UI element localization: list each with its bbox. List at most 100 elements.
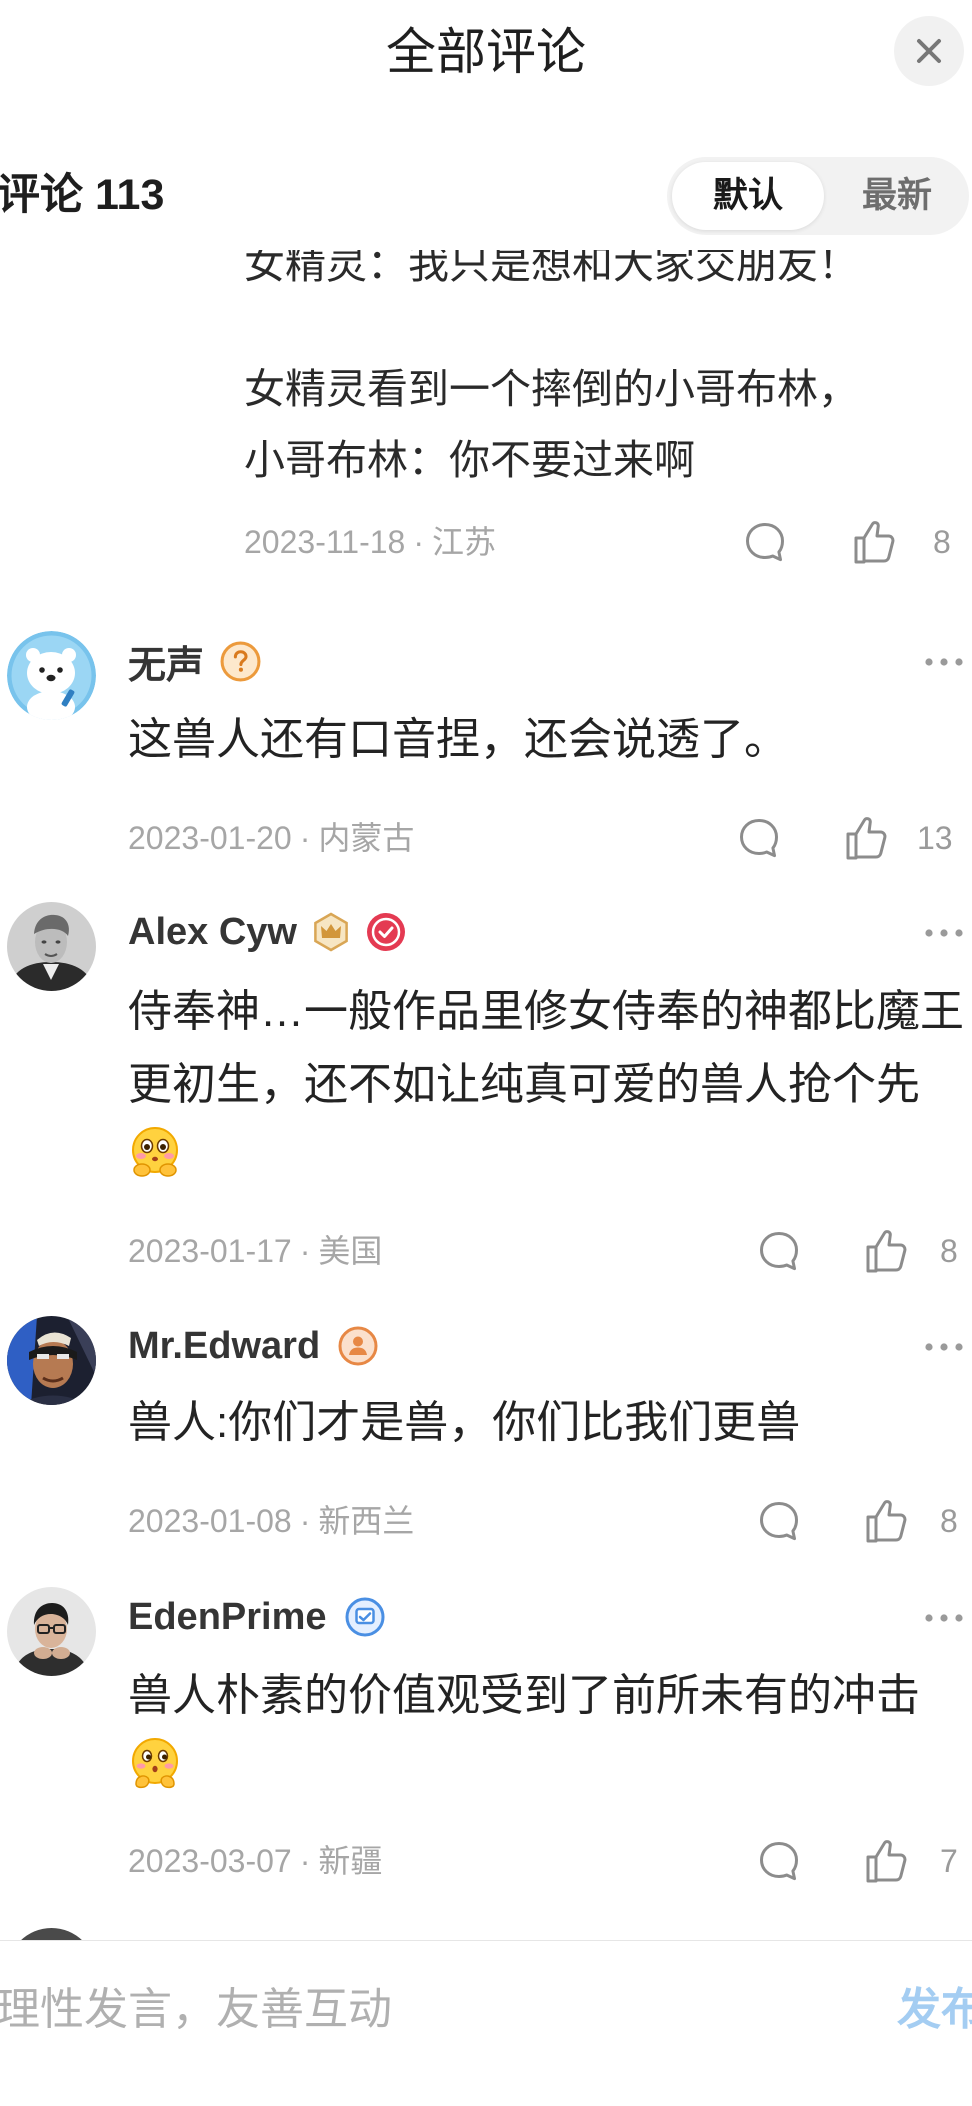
- comment-meta: 2023-01-08 · 新西兰: [128, 1496, 414, 1546]
- creator-badge-icon: [338, 1326, 378, 1366]
- more-options-button[interactable]: [924, 655, 964, 667]
- like-count: 13: [917, 820, 953, 856]
- comment-text: 更初生，还不如让纯真可爱的兽人抢个先: [128, 1060, 920, 1109]
- comment-text: 兽人:你们才是兽，你们比我们更兽: [128, 1398, 801, 1447]
- reply-button[interactable]: [735, 814, 783, 862]
- avatar[interactable]: [7, 631, 96, 720]
- peeking-hands-emoji-icon: [132, 1738, 178, 1789]
- comment-date: 2023-01-17: [128, 1233, 292, 1269]
- meta-separator: ·: [413, 524, 424, 560]
- comment-text: 侍奉神…一般作品里修女侍奉的神都比魔王: [128, 987, 964, 1036]
- comment-location: 新西兰: [318, 1503, 415, 1539]
- comment-bubble-icon: [755, 1497, 803, 1545]
- meta-separator: ·: [299, 1503, 311, 1539]
- reply-button[interactable]: [755, 1837, 803, 1885]
- question-badge-icon: [220, 641, 261, 681]
- glasses-person-avatar: [7, 1587, 96, 1676]
- comment-author-row: Alex Cyw: [128, 907, 420, 957]
- comment-bubble-icon: [741, 518, 789, 566]
- like-count: 8: [940, 1503, 958, 1539]
- like-button[interactable]: [861, 1836, 911, 1886]
- comment-date: 2023-01-20: [128, 820, 292, 856]
- more-dots-icon: [924, 1341, 964, 1353]
- verified-check-badge-icon: [366, 913, 405, 951]
- comment-bubble-icon: [735, 814, 783, 862]
- comment-input[interactable]: [0, 1980, 860, 2040]
- comment-author[interactable]: Alex Cyw: [128, 911, 297, 954]
- more-dots-icon: [924, 1612, 964, 1624]
- comment-composer: 发布: [0, 1940, 972, 2106]
- comment-meta: 2023-01-20 · 内蒙古: [128, 813, 414, 863]
- comment-author[interactable]: 无声: [128, 634, 204, 689]
- comment-count-label: 评论: [0, 171, 83, 219]
- sort-toggle: 默认 最新: [667, 157, 969, 235]
- more-dots-icon: [924, 656, 964, 668]
- comments-panel: 全部评论 评论 113 默认 最新 女精灵：我只是想和大家交朋友！ 女精灵看到一个…: [0, 0, 972, 2106]
- reply-meta: 2023-11-18 · 江苏: [244, 517, 496, 567]
- close-button[interactable]: [894, 16, 964, 86]
- comment-text: 兽人朴素的价值观受到了前所未有的冲击: [128, 1671, 920, 1720]
- meta-separator: ·: [299, 1233, 311, 1269]
- comment-item: Mr.Edward 兽人:你们才是兽，你们比我们更兽 2023-01-08 · 新西…: [0, 1316, 972, 1556]
- crown-badge-icon: [314, 912, 348, 952]
- like-count: 7: [940, 1843, 958, 1879]
- more-dots-icon: [924, 927, 964, 939]
- like-count: 8: [940, 1233, 958, 1269]
- panel-header: 全部评论 评论 113 默认 最新: [0, 0, 972, 250]
- comment-meta: 2023-01-17 · 美国: [128, 1226, 382, 1276]
- comment-author[interactable]: EdenPrime: [128, 1596, 327, 1639]
- thumbs-up-icon: [849, 517, 899, 567]
- comment-location: 江苏: [431, 524, 496, 560]
- portrait-avatar: [7, 902, 96, 991]
- comment-count-heading: 评论 113: [0, 167, 300, 223]
- comment-date: 2023-01-08: [128, 1503, 292, 1539]
- like-button[interactable]: [849, 517, 899, 567]
- avatar[interactable]: [7, 1587, 96, 1676]
- comment-bubble-icon: [755, 1227, 803, 1275]
- meta-separator: ·: [299, 1843, 311, 1879]
- more-options-button[interactable]: [924, 1340, 964, 1352]
- panel-title: 全部评论: [386, 24, 586, 80]
- close-icon: [917, 39, 941, 63]
- blue-verified-badge-icon: [345, 1597, 385, 1637]
- comment-count-value: 113: [95, 171, 165, 219]
- comment-location: 内蒙古: [318, 820, 415, 856]
- reply-text-line: 女精灵看到一个摔倒的小哥布林，: [244, 366, 859, 412]
- comment-item: EdenPrime 兽人朴素的价值观受到了前所未有的冲击 2023-03-07 ·…: [0, 1587, 972, 1897]
- like-button[interactable]: [841, 813, 891, 863]
- avatar[interactable]: [7, 902, 96, 991]
- comment-meta: 2023-03-07 · 新疆: [128, 1836, 382, 1886]
- reply-button[interactable]: [741, 518, 789, 566]
- polar-bear-avatar: [7, 631, 96, 720]
- comic-character-avatar: [7, 1316, 96, 1405]
- blushing-hands-emoji-icon: [132, 1127, 178, 1177]
- like-button[interactable]: [861, 1496, 911, 1546]
- thumbs-up-icon: [861, 1496, 911, 1546]
- comment-location: 美国: [318, 1233, 383, 1269]
- like-button[interactable]: [861, 1226, 911, 1276]
- send-button[interactable]: 发布: [897, 1980, 972, 2040]
- comment-item: Alex Cyw 侍奉神…一般作品里修女侍奉的神都比魔王 更初生，还不如让纯真可…: [0, 902, 972, 1282]
- reply-text-line: 小哥布林：你不要过来啊: [244, 437, 695, 483]
- reply-button[interactable]: [755, 1497, 803, 1545]
- thumbs-up-icon: [861, 1226, 911, 1276]
- comment-item: 无声 这兽人还有口音捏，还会说透了。 2023-01-20 · 内蒙古 13: [0, 631, 972, 871]
- comment-author-row: 无声: [128, 634, 275, 689]
- comment-location: 新疆: [318, 1843, 383, 1879]
- reply-button[interactable]: [755, 1227, 803, 1275]
- more-options-button[interactable]: [924, 926, 964, 938]
- avatar[interactable]: [7, 1316, 96, 1405]
- comment-author-row: Mr.Edward: [128, 1321, 392, 1371]
- comment-author[interactable]: Mr.Edward: [128, 1325, 320, 1368]
- thumbs-up-icon: [861, 1836, 911, 1886]
- comment-date: 2023-11-18: [244, 524, 406, 560]
- sort-option-default[interactable]: 默认: [672, 162, 824, 230]
- comment-text: 这兽人还有口音捏，还会说透了。: [128, 715, 788, 764]
- comment-bubble-icon: [755, 1837, 803, 1885]
- like-count: 8: [933, 524, 951, 560]
- sort-option-latest[interactable]: 最新: [837, 157, 957, 235]
- comment-date: 2023-03-07: [128, 1843, 292, 1879]
- more-options-button[interactable]: [924, 1611, 964, 1623]
- comment-author-row: EdenPrime: [128, 1592, 399, 1642]
- thumbs-up-icon: [841, 813, 891, 863]
